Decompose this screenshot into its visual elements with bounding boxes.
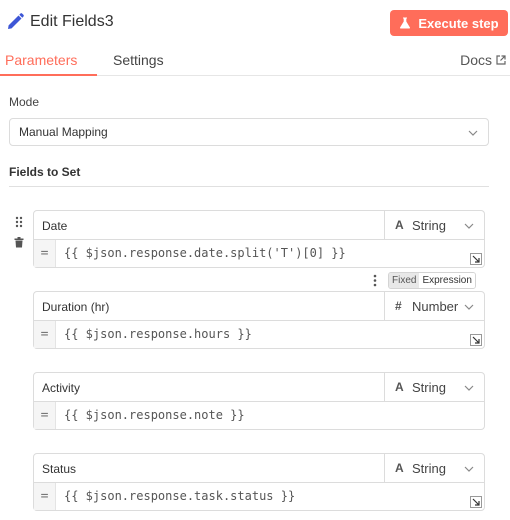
tab-parameters[interactable]: Parameters xyxy=(5,52,77,68)
expand-icon[interactable] xyxy=(470,253,482,265)
field-type-text: String xyxy=(412,461,446,476)
mode-label: Mode xyxy=(9,95,40,109)
tab-settings[interactable]: Settings xyxy=(113,52,164,68)
pencil-icon xyxy=(8,13,24,29)
fields-to-set-label: Fields to Set xyxy=(9,165,81,179)
field-expression-text: {{ $json.response.note }} xyxy=(64,408,245,422)
field-name-input[interactable]: Activity xyxy=(33,372,385,402)
string-type-icon: A xyxy=(395,218,404,232)
field-row-status: Status A String = {{ $json.response.task… xyxy=(33,453,485,511)
execute-step-label: Execute step xyxy=(418,15,499,31)
field-type-text: String xyxy=(412,380,446,395)
fixed-expression-toggle: Fixed Expression xyxy=(388,272,476,289)
tab-bar: Parameters Settings Docs xyxy=(0,46,510,76)
field-name-input[interactable]: Duration (hr) xyxy=(33,291,385,321)
chevron-down-icon xyxy=(464,466,474,472)
field-name-input[interactable]: Date xyxy=(33,210,385,240)
field-type-select[interactable]: A String xyxy=(384,372,485,402)
equals-icon: = xyxy=(34,483,56,510)
node-header: Edit Fields3 Execute step xyxy=(0,0,510,46)
chevron-down-icon xyxy=(464,223,474,229)
mode-select[interactable]: Manual Mapping xyxy=(9,118,489,146)
equals-icon: = xyxy=(34,240,56,267)
field-name-input[interactable]: Status xyxy=(33,453,385,483)
expand-icon[interactable] xyxy=(470,496,482,508)
trash-icon[interactable] xyxy=(14,237,24,248)
string-type-icon: A xyxy=(395,461,404,475)
string-type-icon: A xyxy=(395,380,404,394)
field-name-text: Status xyxy=(42,462,77,476)
expression-option[interactable]: Expression xyxy=(419,273,475,288)
fixed-option[interactable]: Fixed xyxy=(389,273,420,288)
equals-icon: = xyxy=(34,402,56,429)
section-divider xyxy=(9,186,489,187)
field-row-duration: Duration (hr) # Number = {{ $json.respon… xyxy=(33,291,485,349)
drag-handle-icon[interactable] xyxy=(14,216,24,228)
mode-select-value: Manual Mapping xyxy=(19,125,108,139)
chevron-down-icon xyxy=(464,304,474,310)
field-type-select[interactable]: A String xyxy=(384,210,485,240)
expand-icon[interactable] xyxy=(470,334,482,346)
field-expression-text: {{ $json.response.task.status }} xyxy=(64,489,296,503)
field-expression-text: {{ $json.response.hours }} xyxy=(64,327,252,341)
flask-icon xyxy=(400,17,411,29)
active-tab-indicator xyxy=(0,74,97,76)
docs-link[interactable]: Docs xyxy=(460,52,506,68)
field-type-text: Number xyxy=(412,299,459,314)
number-type-icon: # xyxy=(395,299,402,313)
field-type-select[interactable]: # Number xyxy=(384,291,485,321)
external-link-icon xyxy=(496,55,506,65)
docs-label: Docs xyxy=(460,52,492,68)
field-name-text: Date xyxy=(42,219,68,233)
chevron-down-icon xyxy=(464,385,474,391)
chevron-down-icon xyxy=(468,130,478,136)
field-row-activity: Activity A String = {{ $json.response.no… xyxy=(33,372,485,430)
equals-icon: = xyxy=(34,321,56,348)
field-row-date: Date A String = {{ $json.response.date.s… xyxy=(33,210,485,268)
node-title[interactable]: Edit Fields3 xyxy=(30,13,114,31)
field-expression-text: {{ $json.response.date.split('T')[0] }} xyxy=(64,246,346,260)
field-value-input[interactable]: = {{ $json.response.note }} xyxy=(33,401,485,430)
field-value-input[interactable]: = {{ $json.response.task.status }} xyxy=(33,482,485,511)
field-value-input[interactable]: = {{ $json.response.hours }} xyxy=(33,320,485,349)
field-name-text: Activity xyxy=(42,381,81,395)
field-value-input[interactable]: = {{ $json.response.date.split('T')[0] }… xyxy=(33,239,485,268)
options-kebab-icon[interactable] xyxy=(372,274,378,287)
field-type-select[interactable]: A String xyxy=(384,453,485,483)
execute-step-button[interactable]: Execute step xyxy=(390,10,508,36)
field-type-text: String xyxy=(412,218,446,233)
field-name-text: Duration (hr) xyxy=(42,300,110,314)
